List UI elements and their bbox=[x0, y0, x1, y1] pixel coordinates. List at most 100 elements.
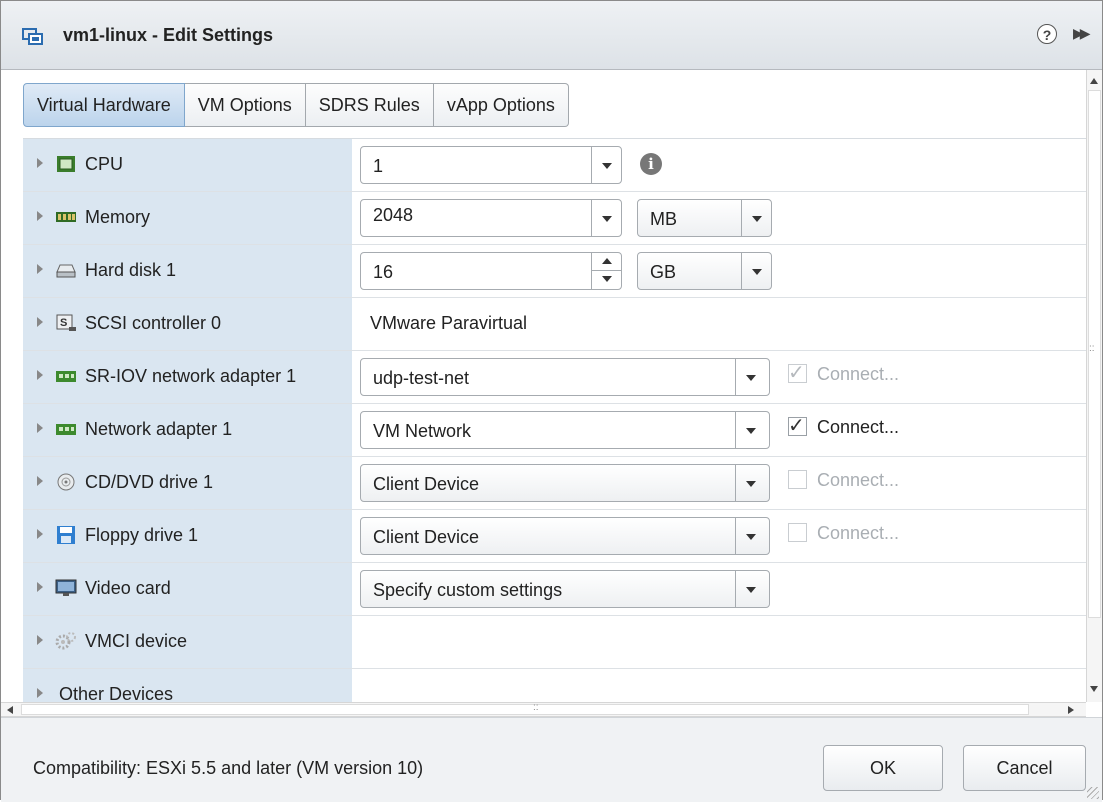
cpu-chip-icon bbox=[57, 156, 75, 172]
chevron-down-icon[interactable] bbox=[735, 571, 769, 607]
floppy-device-select[interactable]: Client Device bbox=[360, 517, 770, 555]
sriov-connect-label: Connect... bbox=[817, 364, 900, 384]
disk-size-spinner[interactable]: 16 bbox=[360, 252, 622, 290]
network-connect-checkbox[interactable]: ✓ bbox=[788, 415, 807, 437]
row-label-cell[interactable]: CD/DVD drive 1 bbox=[23, 457, 352, 509]
memory-size-input[interactable]: 2048 bbox=[360, 199, 622, 237]
hardware-row-cddvd: CD/DVD drive 1 Client Device Connect... bbox=[23, 457, 1087, 510]
tab-vm-options[interactable]: VM Options bbox=[184, 83, 306, 127]
cpu-count-value: 1 bbox=[373, 156, 384, 176]
disk-unit-select[interactable]: GB bbox=[637, 252, 772, 290]
scroll-thumb[interactable] bbox=[1088, 90, 1101, 618]
memory-unit-select[interactable]: MB bbox=[637, 199, 772, 237]
hardware-row-hard-disk: Hard disk 1 16 GB bbox=[23, 245, 1087, 298]
expand-caret-icon[interactable] bbox=[37, 635, 43, 645]
hard-disk-icon bbox=[56, 264, 76, 278]
chevron-down-icon[interactable] bbox=[735, 359, 769, 395]
memory-label: Memory bbox=[85, 207, 151, 227]
row-label-cell[interactable]: Other Devices bbox=[23, 669, 352, 702]
tab-bar: Virtual Hardware VM Options SDRS Rules v… bbox=[23, 83, 569, 127]
vertical-scrollbar[interactable] bbox=[1086, 70, 1102, 702]
cancel-button[interactable]: Cancel bbox=[963, 745, 1086, 791]
row-label-cell[interactable]: SR-IOV network adapter 1 bbox=[23, 351, 352, 403]
floppy-connect-label: Connect... bbox=[817, 523, 900, 543]
expand-caret-icon[interactable] bbox=[37, 582, 43, 592]
expand-caret-icon[interactable] bbox=[37, 476, 43, 486]
row-value-cell: 1 i bbox=[352, 139, 1087, 191]
expand-caret-icon[interactable] bbox=[37, 423, 43, 433]
expand-caret-icon[interactable] bbox=[37, 688, 43, 698]
scsi-label: SCSI controller 0 bbox=[85, 313, 222, 333]
chevron-down-icon[interactable] bbox=[591, 147, 621, 183]
scroll-thumb[interactable] bbox=[21, 704, 1029, 715]
help-icon[interactable]: ? bbox=[1037, 24, 1057, 44]
window-resize-grip-icon[interactable] bbox=[1087, 787, 1099, 799]
tab-sdrs-rules[interactable]: SDRS Rules bbox=[305, 83, 434, 127]
floppy-device-value: Client Device bbox=[373, 527, 480, 547]
row-label-cell[interactable]: Video card bbox=[23, 563, 352, 615]
row-label-cell[interactable]: CPU bbox=[23, 139, 352, 191]
floppy-connect-checkbox[interactable] bbox=[788, 523, 807, 542]
cddvd-connect-label: Connect... bbox=[817, 470, 900, 490]
resize-handle-icon[interactable]: :: bbox=[533, 702, 539, 713]
chevron-down-icon[interactable] bbox=[735, 465, 769, 501]
checkmark-icon: ✓ bbox=[788, 362, 805, 384]
row-value-cell: Client Device Connect... bbox=[352, 510, 1087, 562]
info-icon[interactable]: i bbox=[640, 153, 662, 175]
row-label-cell[interactable]: S SCSI controller 0 bbox=[23, 298, 352, 350]
resize-handle-icon[interactable]: :: bbox=[1089, 344, 1095, 354]
scroll-right-icon[interactable] bbox=[1068, 706, 1074, 714]
tab-vapp-options[interactable]: vApp Options bbox=[433, 83, 569, 127]
floppy-disk-icon bbox=[57, 526, 75, 544]
cddvd-connect-checkbox[interactable] bbox=[788, 470, 807, 489]
expand-caret-icon[interactable] bbox=[37, 317, 43, 327]
hardware-row-video: Video card Specify custom settings bbox=[23, 563, 1087, 616]
scroll-up-icon[interactable] bbox=[1090, 78, 1098, 84]
chevron-down-icon[interactable] bbox=[741, 200, 771, 236]
ok-button[interactable]: OK bbox=[823, 745, 943, 791]
network-connect-label: Connect... bbox=[817, 417, 900, 437]
edit-settings-dialog: vm1-linux - Edit Settings ? ▶▶ Virtual H… bbox=[0, 0, 1103, 802]
cd-disc-icon bbox=[57, 473, 75, 491]
row-label-cell[interactable]: Network adapter 1 bbox=[23, 404, 352, 456]
network-card-icon bbox=[56, 424, 76, 435]
expand-caret-icon[interactable] bbox=[37, 264, 43, 274]
row-label-cell[interactable]: Hard disk 1 bbox=[23, 245, 352, 297]
chevron-down-icon[interactable] bbox=[591, 200, 621, 236]
cpu-count-select[interactable]: 1 bbox=[360, 146, 622, 184]
chevron-down-icon[interactable] bbox=[735, 518, 769, 554]
spinner-buttons bbox=[591, 253, 621, 289]
other-devices-label: Other Devices bbox=[59, 684, 174, 702]
title-bar: vm1-linux - Edit Settings ? ▶▶ bbox=[1, 1, 1102, 70]
scsi-type-value: VMware Paravirtual bbox=[370, 313, 528, 333]
hardware-row-other: Other Devices bbox=[23, 669, 1087, 702]
expand-caret-icon[interactable] bbox=[37, 529, 43, 539]
expand-caret-icon[interactable] bbox=[37, 370, 43, 380]
hardware-row-floppy: Floppy drive 1 Client Device Connect... bbox=[23, 510, 1087, 563]
row-value-cell bbox=[352, 616, 1087, 668]
scroll-left-icon[interactable] bbox=[7, 706, 13, 714]
floppy-label: Floppy drive 1 bbox=[85, 525, 199, 545]
sriov-network-select[interactable]: udp-test-net bbox=[360, 358, 770, 396]
expand-caret-icon[interactable] bbox=[37, 158, 43, 168]
sriov-connect-checkbox[interactable]: ✓ bbox=[788, 362, 807, 384]
expand-caret-icon[interactable] bbox=[37, 211, 43, 221]
row-label-cell[interactable]: Memory bbox=[23, 192, 352, 244]
hardware-grid: CPU 1 i Memory 2048 MB Hard disk 1 16 GB… bbox=[23, 138, 1087, 702]
expand-panel-icon[interactable]: ▶▶ bbox=[1073, 25, 1090, 42]
spinner-down-icon[interactable] bbox=[592, 271, 621, 289]
row-label-cell[interactable]: Floppy drive 1 bbox=[23, 510, 352, 562]
video-settings-select[interactable]: Specify custom settings bbox=[360, 570, 770, 608]
video-settings-value: Specify custom settings bbox=[373, 580, 563, 600]
scroll-down-icon[interactable] bbox=[1090, 686, 1098, 692]
horizontal-scrollbar[interactable] bbox=[1, 702, 1086, 717]
spinner-up-icon[interactable] bbox=[592, 253, 621, 271]
row-value-cell: VM Network ✓ Connect... bbox=[352, 404, 1087, 456]
cpu-label: CPU bbox=[85, 154, 124, 174]
row-label-cell[interactable]: VMCI device bbox=[23, 616, 352, 668]
tab-virtual-hardware[interactable]: Virtual Hardware bbox=[23, 83, 185, 127]
chevron-down-icon[interactable] bbox=[735, 412, 769, 448]
network-select[interactable]: VM Network bbox=[360, 411, 770, 449]
cddvd-device-select[interactable]: Client Device bbox=[360, 464, 770, 502]
chevron-down-icon[interactable] bbox=[741, 253, 771, 289]
